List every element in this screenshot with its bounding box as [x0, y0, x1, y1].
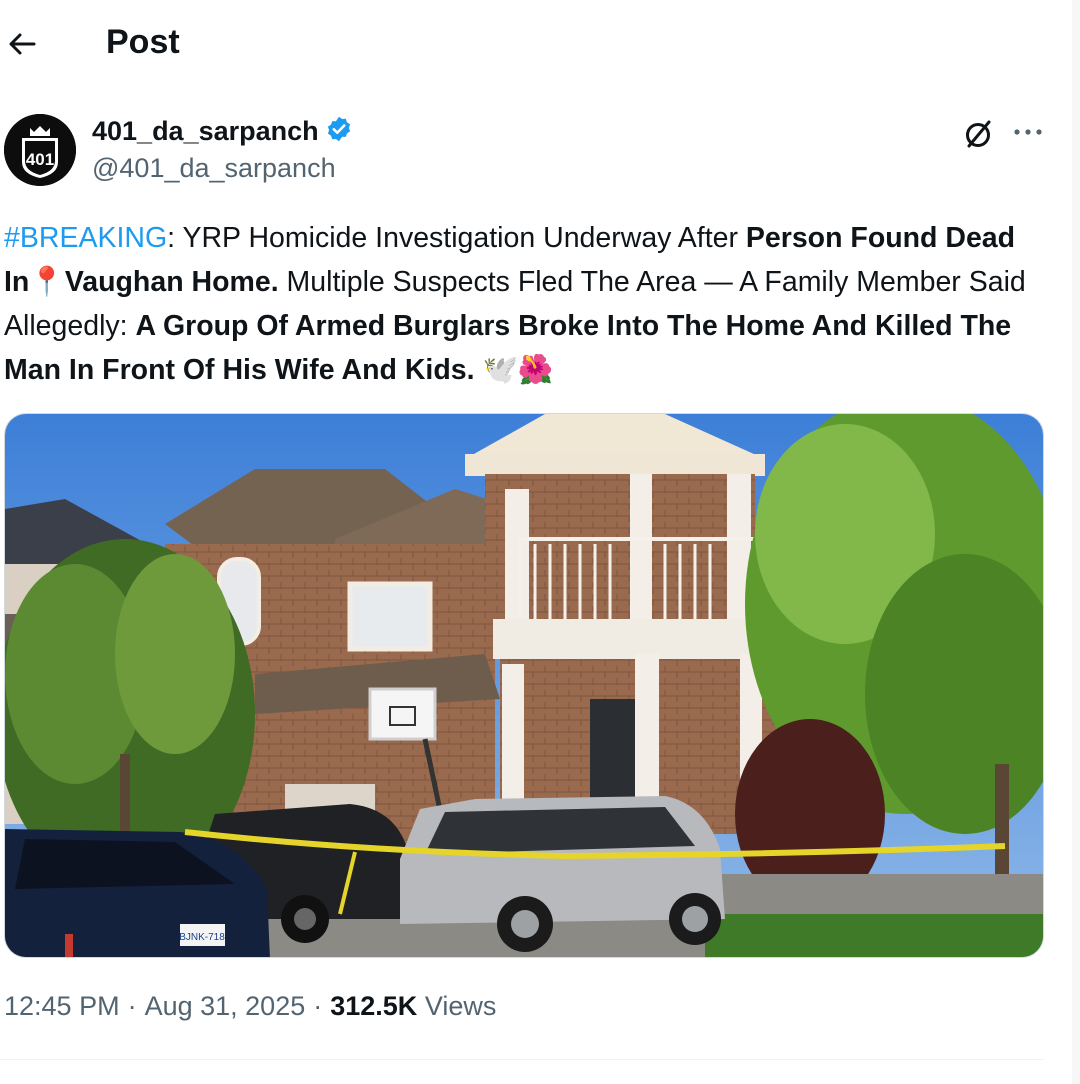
license-plate-text: BJNK-718: [179, 932, 225, 943]
post-text-seg1: : YRP Homicide Investigation Underway Af…: [167, 222, 746, 254]
hashtag-link[interactable]: #BREAKING: [4, 222, 167, 254]
author-handle[interactable]: @401_da_sarpanch: [92, 153, 336, 184]
pin-emoji: 📍: [29, 266, 65, 298]
avatar-text: 401: [26, 150, 54, 169]
grok-icon[interactable]: [960, 116, 996, 152]
author-name-row: 401_da_sarpanch: [92, 115, 353, 148]
verified-badge-icon[interactable]: [325, 115, 353, 148]
post-meta: 12:45 PM · Aug 31, 2025 · 312.5K Views: [4, 991, 496, 1022]
trailing-emojis: 🕊️🌺: [482, 354, 554, 386]
post-text: #BREAKING: YRP Homicide Investigation Un…: [4, 216, 1044, 392]
meta-separator: ·: [127, 991, 137, 1021]
meta-separator: ·: [313, 991, 323, 1021]
page-title: Post: [106, 23, 180, 61]
views-number: 312.5K: [330, 991, 418, 1021]
post-media-image[interactable]: BJNK-718: [4, 413, 1044, 958]
scrollbar[interactable]: [1072, 0, 1080, 1084]
more-icon[interactable]: [1012, 114, 1044, 150]
post-time[interactable]: 12:45 PM: [4, 991, 120, 1022]
view-count[interactable]: 312.5K Views: [330, 991, 496, 1022]
avatar[interactable]: 401: [4, 114, 76, 186]
post-text-bold-2: Vaughan Home.: [64, 266, 279, 298]
views-label: Views: [424, 991, 497, 1021]
back-arrow-icon[interactable]: [4, 26, 40, 62]
author-display-name[interactable]: 401_da_sarpanch: [92, 116, 319, 147]
post-date[interactable]: Aug 31, 2025: [145, 991, 306, 1022]
header-bar: Post: [0, 0, 1080, 90]
divider: [0, 1059, 1044, 1060]
